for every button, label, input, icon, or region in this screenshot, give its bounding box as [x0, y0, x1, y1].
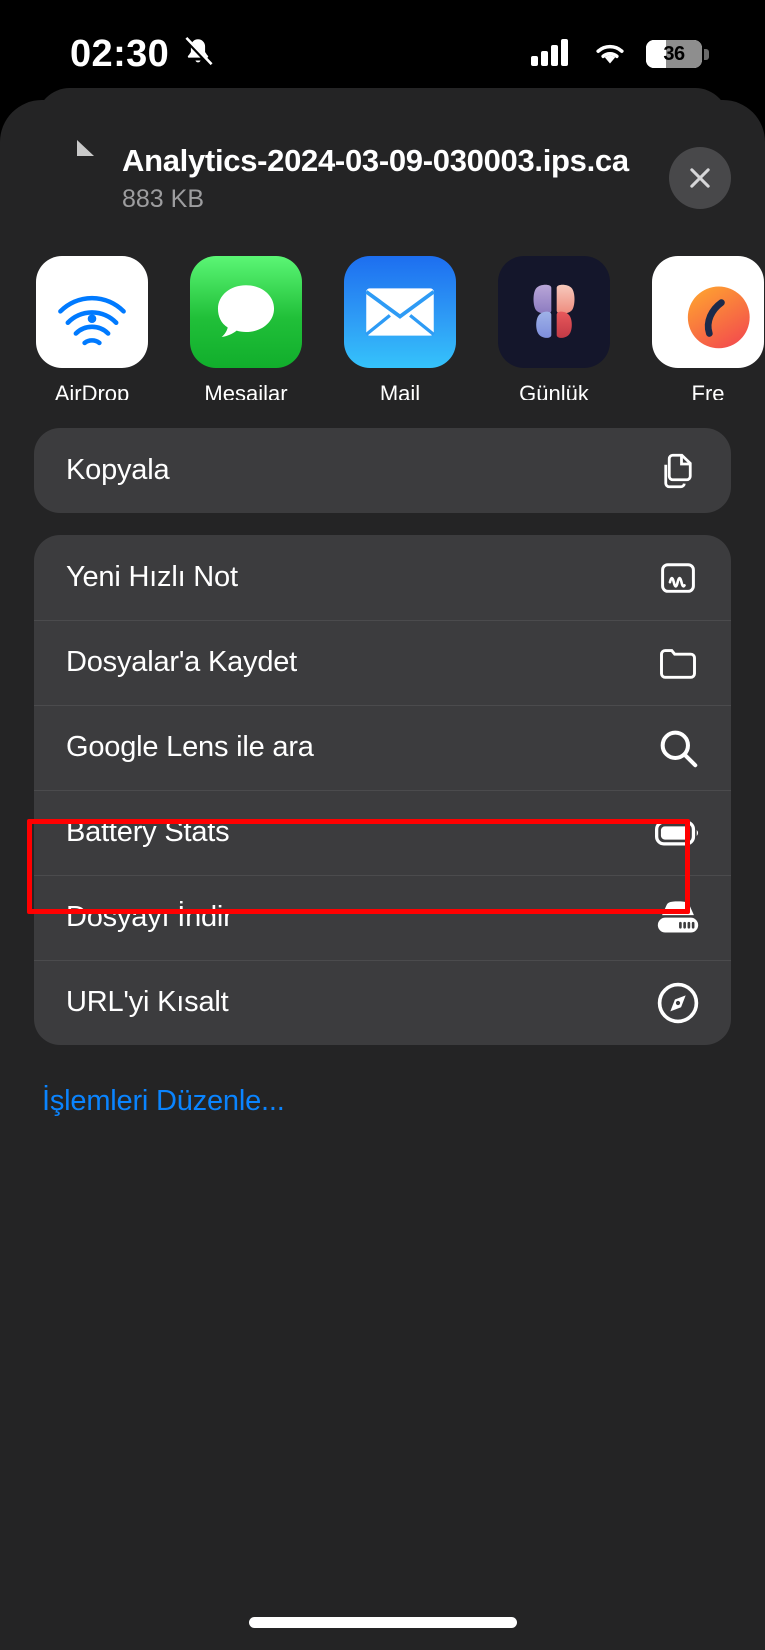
clock: 02:30 [70, 32, 170, 75]
app-label: Günlük [519, 381, 589, 400]
action-row-battery-stats[interactable]: Battery Stats [34, 790, 731, 875]
bell-slash-icon [181, 35, 215, 74]
app-messages[interactable]: Mesajlar [190, 256, 302, 400]
freeform-icon [652, 256, 764, 368]
cellular-bars-icon [530, 37, 574, 72]
home-indicator[interactable] [248, 1617, 517, 1628]
wifi-icon [590, 37, 630, 72]
journal-icon [498, 256, 610, 368]
app-label: Mail [379, 381, 421, 400]
action-label: Dosyayı İndir [66, 901, 233, 933]
action-label: Kopyala [66, 454, 170, 486]
search-icon [655, 725, 701, 771]
file-size: 883 KB [122, 184, 205, 213]
copy-icon [655, 448, 701, 494]
action-row-download-file[interactable]: Dosyayı İndir [34, 875, 731, 960]
actions-group: Yeni Hızlı Not Dosyalar'a Kaydet Google … [34, 535, 731, 1045]
messages-icon [190, 256, 302, 368]
battery-icon [655, 810, 701, 856]
action-row-save-to-files[interactable]: Dosyalar'a Kaydet [34, 620, 731, 705]
action-row-shorten-url[interactable]: URL'yi Kısalt [34, 960, 731, 1045]
battery-icon: 36 [646, 40, 702, 68]
edit-actions-link[interactable]: İşlemleri Düzenle... [0, 1045, 765, 1118]
folder-icon [655, 640, 701, 686]
battery-percent-label: 36 [663, 42, 685, 65]
status-bar-right: 36 [530, 37, 709, 72]
compass-icon [655, 980, 701, 1026]
app-label: AirDrop [54, 381, 130, 400]
app-shortcuts-row: AirDrop Mesajlar Mail Günlük Fre [0, 220, 765, 400]
airdrop-icon [36, 256, 148, 368]
app-label: Mesajlar [204, 381, 288, 400]
action-label: Battery Stats [66, 816, 230, 848]
close-button[interactable] [669, 147, 731, 209]
document-icon [34, 140, 94, 216]
app-label: Fre [691, 381, 725, 400]
app-airdrop[interactable]: AirDrop [36, 256, 148, 400]
action-label: Dosyalar'a Kaydet [66, 646, 298, 678]
file-header: Analytics-2024-03-09-030003.ips.ca 883 K… [0, 100, 765, 220]
app-journal[interactable]: Günlük [498, 256, 610, 400]
share-sheet: Analytics-2024-03-09-030003.ips.ca 883 K… [0, 100, 765, 1650]
action-row-kopyala[interactable]: Kopyala [34, 428, 731, 513]
action-row-quick-note[interactable]: Yeni Hızlı Not [34, 535, 731, 620]
action-row-google-lens[interactable]: Google Lens ile ara [34, 705, 731, 790]
app-freeform[interactable]: Fre [652, 256, 764, 400]
action-label: Google Lens ile ara [66, 731, 314, 763]
download-drive-icon [655, 895, 701, 941]
app-mail[interactable]: Mail [344, 256, 456, 400]
copy-action-group: Kopyala [34, 428, 731, 513]
quick-note-icon [655, 555, 701, 601]
action-label: URL'yi Kısalt [66, 986, 229, 1018]
mail-icon [344, 256, 456, 368]
file-info: Analytics-2024-03-09-030003.ips.ca 883 K… [122, 143, 651, 214]
battery-status-indicator: 36 [646, 40, 709, 68]
status-bar-left: 02:30 [70, 33, 215, 76]
file-name: Analytics-2024-03-09-030003.ips.ca [122, 142, 629, 178]
close-icon [690, 168, 710, 188]
battery-terminal [704, 48, 709, 60]
action-label: Yeni Hızlı Not [66, 561, 238, 593]
phone-screen: 02:30 36 Analytics-2024-03-09-030003.ips… [0, 0, 765, 1650]
